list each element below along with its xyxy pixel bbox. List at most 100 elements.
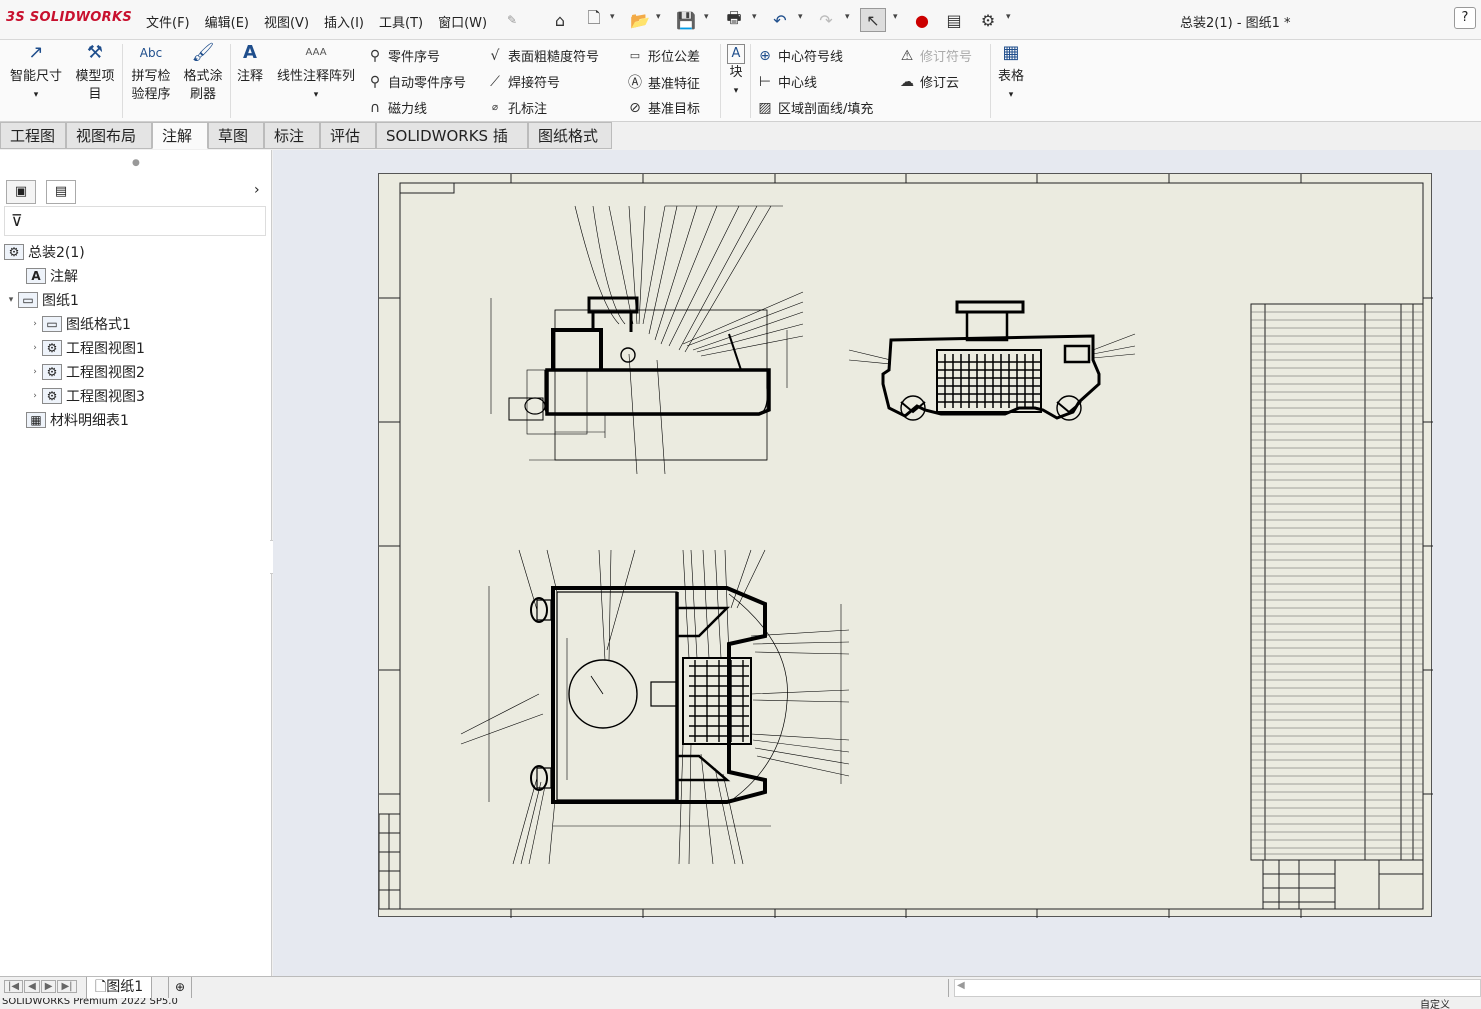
property-manager-tab[interactable]: ▤ [46, 180, 76, 204]
area-hatch-button[interactable]: ▨ 区域剖面线/填充 [756, 98, 873, 118]
block-icon: A [727, 44, 745, 64]
panel-collapse-dot[interactable]: ● [132, 158, 140, 168]
sheet-icon: ▭ [18, 292, 38, 308]
tree-item-view1[interactable]: › ⚙ 工程图视图1 [28, 338, 145, 358]
gtol-icon: ▭ [629, 49, 641, 62]
menu-window[interactable]: 窗口(W) [438, 12, 487, 31]
tab-annotation[interactable]: 注解 [152, 122, 208, 149]
table-button[interactable]: ▦ 表格 ▾ [994, 44, 1028, 104]
menu-tools[interactable]: 工具(T) [379, 12, 423, 31]
surface-finish-button[interactable]: √ 表面粗糙度符号 [486, 46, 599, 66]
title-bar: 3S SOLIDWORKS 文件(F) 编辑(E) 视图(V) 插入(I) 工具… [0, 0, 1481, 40]
help-button[interactable]: ? [1454, 7, 1476, 29]
chevron-down-icon[interactable]: ▾ [4, 295, 18, 305]
revision-symbol-button[interactable]: ⚠ 修订符号 [898, 46, 972, 66]
chevron-right-icon[interactable]: › [28, 319, 42, 329]
tree-item-view3[interactable]: › ⚙ 工程图视图3 [28, 386, 145, 406]
annotation-icon: A [26, 268, 46, 284]
sheet-tab-1[interactable]: 🗋图纸1 [86, 977, 153, 999]
undo-icon[interactable]: ↶ [768, 8, 792, 32]
tree-item-sheet[interactable]: ▾ ▭ 图纸1 [4, 290, 79, 310]
chevron-right-icon[interactable]: › [28, 391, 42, 401]
add-sheet-icon: ⊕ [174, 980, 186, 994]
solidworks-logo[interactable]: 3S SOLIDWORKS [6, 10, 132, 25]
chevron-right-icon[interactable]: › [28, 343, 42, 353]
menu-edit[interactable]: 编辑(E) [205, 12, 249, 31]
save-icon[interactable]: 💾 [674, 8, 698, 32]
print-icon[interactable]: 🖶 [722, 8, 746, 32]
drawing-sheet[interactable] [378, 173, 1433, 918]
filter-bar[interactable]: ⊽ [4, 206, 266, 236]
bom-table-icon: ▦ [26, 412, 46, 428]
linear-note-pattern-button[interactable]: AAA 线性注释阵列 ▾ [270, 44, 362, 104]
pin-icon[interactable]: ✎ [500, 8, 524, 32]
filter-icon: ⊽ [11, 211, 23, 230]
redo-icon[interactable]: ↷ [814, 8, 838, 32]
feature-manager-tab[interactable]: ▣ [6, 180, 36, 204]
spell-checker-button[interactable]: Abc 拼写检 验程序 [126, 44, 176, 104]
traffic-light-icon[interactable]: ● [910, 8, 934, 32]
tree-item-annotations[interactable]: A 注解 [12, 266, 78, 286]
tree-item-view2[interactable]: › ⚙ 工程图视图2 [28, 362, 145, 382]
tree-item-bom[interactable]: ▦ 材料明细表1 [12, 410, 129, 430]
block-button[interactable]: A 块 ▾ [724, 44, 748, 100]
chevron-right-icon[interactable]: › [254, 182, 260, 198]
tab-view-layout[interactable]: 视图布局 [66, 122, 152, 149]
geometric-tolerance-button[interactable]: ▭ 形位公差 [626, 46, 700, 65]
tab-markup[interactable]: 标注 [264, 122, 320, 149]
format-painter-button[interactable]: 🖌 格式涂 刷器 [178, 44, 228, 104]
datum-target-button[interactable]: ⊘ 基准目标 [626, 98, 700, 118]
gear-icon[interactable]: ⚙ [976, 8, 1000, 32]
chevron-down-icon[interactable]: ▾ [656, 12, 661, 22]
chevron-down-icon[interactable]: ▾ [752, 12, 757, 22]
chevron-down-icon: ▾ [1008, 90, 1014, 100]
new-document-icon[interactable]: 🗋 [582, 8, 606, 32]
smart-dimension-button[interactable]: ↗ 智能尺寸 ▾ [6, 44, 66, 104]
tree-item-sheet-format[interactable]: › ▭ 图纸格式1 [28, 314, 131, 334]
last-sheet-icon[interactable]: ▶| [57, 980, 77, 993]
tab-evaluate[interactable]: 评估 [320, 122, 376, 149]
tree-item-assembly[interactable]: ⚙ 总装2(1) [4, 242, 85, 262]
magnetic-line-button[interactable]: ∩ 磁力线 [366, 98, 427, 118]
centerline-button[interactable]: ⊢ 中心线 [756, 72, 817, 92]
sheet-tab-bar: |◀ ◀ ▶ ▶| 🗋图纸1 ⊕ ◀ [0, 976, 1481, 999]
open-folder-icon[interactable]: 📂 [628, 8, 652, 32]
select-cursor-icon[interactable]: ↖ [860, 8, 886, 32]
horizontal-scrollbar[interactable]: ◀ [954, 979, 1481, 997]
format-painter-icon: 🖌 [191, 42, 215, 63]
tab-sheet-format[interactable]: 图纸格式 [528, 122, 612, 149]
chevron-down-icon[interactable]: ▾ [1006, 12, 1011, 22]
add-sheet-button[interactable]: ⊕ [168, 977, 192, 999]
next-sheet-icon[interactable]: ▶ [40, 980, 57, 993]
home-icon[interactable]: ⌂ [548, 8, 572, 32]
file-properties-icon[interactable]: ▤ [942, 8, 966, 32]
datum-feature-button[interactable]: Ⓐ 基准特征 [626, 72, 700, 92]
note-button[interactable]: A 注释 [234, 44, 266, 86]
menu-insert[interactable]: 插入(I) [324, 12, 364, 31]
tab-solidworks-addins[interactable]: SOLIDWORKS 插件 [376, 122, 528, 171]
auto-balloon-button[interactable]: ⚲ 自动零件序号 [366, 72, 466, 92]
menu-file[interactable]: 文件(F) [146, 12, 190, 31]
tab-drawing[interactable]: 工程图 [0, 122, 66, 149]
weld-icon: ⟋ [490, 73, 500, 90]
chevron-right-icon[interactable]: › [28, 367, 42, 377]
chevron-down-icon[interactable]: ▾ [704, 12, 709, 22]
first-sheet-icon[interactable]: |◀ [4, 980, 24, 993]
drawing-sheet-graphics [378, 174, 1433, 918]
prev-sheet-icon[interactable]: ◀ [24, 980, 40, 993]
chevron-down-icon[interactable]: ▾ [893, 12, 898, 22]
menu-view[interactable]: 视图(V) [264, 12, 309, 31]
balloon-button[interactable]: ⚲ 零件序号 [366, 46, 440, 66]
center-mark-button[interactable]: ⊕ 中心符号线 [756, 46, 843, 66]
smart-dimension-icon: ↗ [28, 42, 44, 63]
chevron-down-icon[interactable]: ▾ [610, 12, 615, 22]
weld-symbol-button[interactable]: ⟋ 焊接符号 [486, 72, 560, 92]
model-items-button[interactable]: ⚒ 模型项 目 [70, 44, 120, 104]
chevron-down-icon: ▾ [313, 90, 319, 100]
hole-callout-button[interactable]: ⌀ 孔标注 [486, 98, 547, 117]
chevron-down-icon[interactable]: ▾ [845, 12, 850, 22]
tab-sketch[interactable]: 草图 [208, 122, 264, 149]
chevron-down-icon[interactable]: ▾ [798, 12, 803, 22]
revision-cloud-button[interactable]: ☁ 修订云 [898, 72, 959, 92]
datum-target-icon: ⊘ [629, 99, 641, 116]
